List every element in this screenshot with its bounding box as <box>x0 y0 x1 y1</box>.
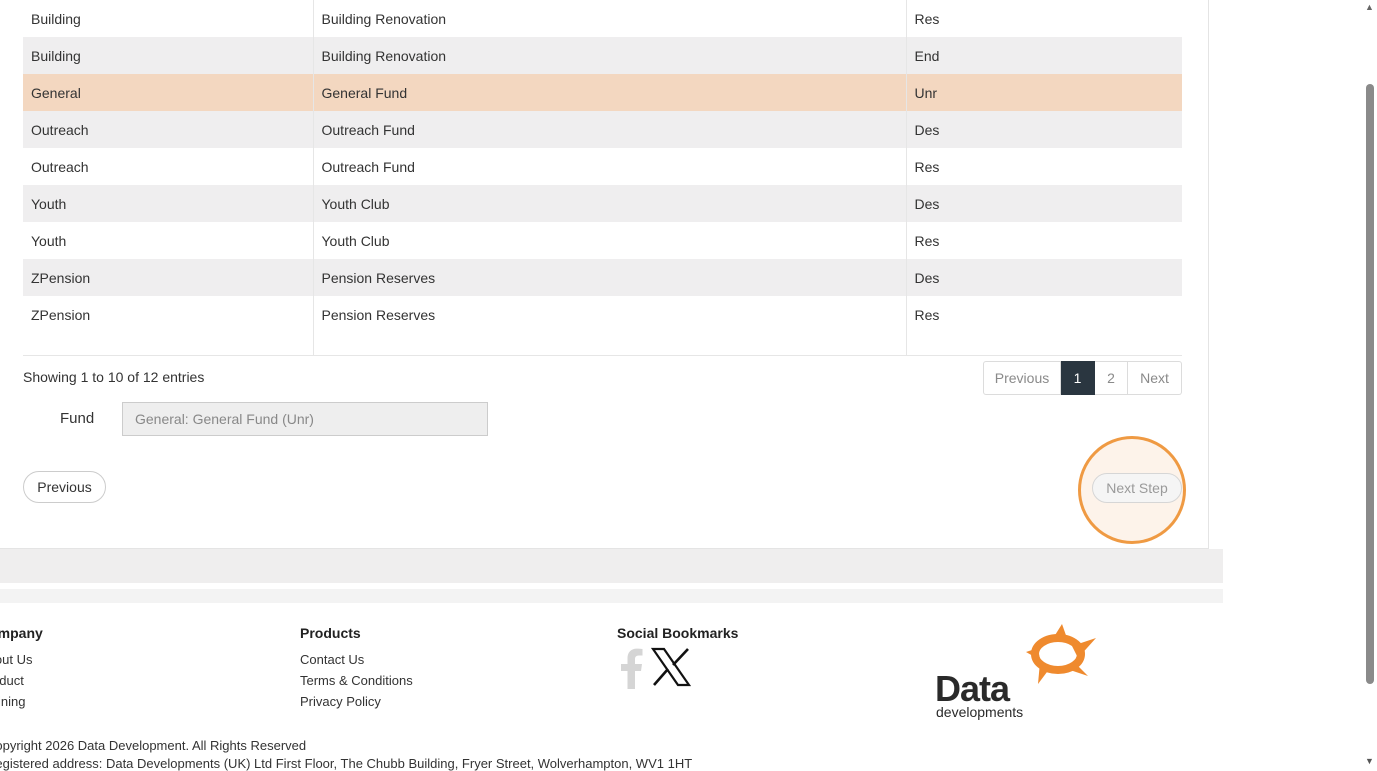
footer-link-terms[interactable]: Terms & Conditions <box>300 670 413 691</box>
previous-button[interactable]: Previous <box>23 471 106 503</box>
pagination-previous[interactable]: Previous <box>983 361 1061 395</box>
pagination-page-2[interactable]: 2 <box>1095 361 1128 395</box>
footer-topline <box>0 589 1223 603</box>
table-row[interactable]: Outreach Outreach Fund Res <box>23 148 1182 185</box>
footer-social-heading: Social Bookmarks <box>617 625 739 641</box>
cell-code: General <box>23 74 314 111</box>
cell-type: Res <box>906 148 1182 185</box>
table-row-selected[interactable]: General General Fund Unr <box>23 74 1182 111</box>
copyright-text: Copyright 2026 Data Development. All Rig… <box>0 738 307 753</box>
table-row[interactable]: ZPension Pension Reserves Res <box>23 296 1182 333</box>
cell-code: Building <box>23 0 314 37</box>
footer-company: Company About Us Product Training <box>0 625 43 712</box>
table-row[interactable]: Youth Youth Club Des <box>23 185 1182 222</box>
cell-type: Des <box>906 111 1182 148</box>
cell-type: Unr <box>906 74 1182 111</box>
pagination: Previous 1 2 Next <box>983 361 1182 395</box>
page-band <box>0 549 1223 583</box>
cell-type: End <box>906 37 1182 74</box>
table-spacer-row <box>23 333 1182 356</box>
footer-products-heading: Products <box>300 625 361 641</box>
cell-code: Outreach <box>23 111 314 148</box>
scroll-up-arrow-icon[interactable]: ▲ <box>1365 2 1374 12</box>
cell-name: Youth Club <box>313 222 907 259</box>
cell-code: Youth <box>23 185 314 222</box>
cell-code: ZPension <box>23 296 314 333</box>
main-card: Building Building Renovation Res Buildin… <box>0 0 1209 549</box>
footer-link-privacy[interactable]: Privacy Policy <box>300 691 413 712</box>
next-step-button[interactable]: Next Step <box>1092 473 1182 503</box>
logo-subword: developments <box>936 704 1024 720</box>
funds-table: Building Building Renovation Res Buildin… <box>23 0 1182 356</box>
footer-products: Products Contact Us Terms & Conditions P… <box>300 625 413 712</box>
footer-link-training[interactable]: Training <box>0 691 43 712</box>
cell-name: Outreach Fund <box>313 148 907 185</box>
spacer-cell <box>23 333 314 356</box>
footer-social: Social Bookmarks <box>617 625 738 649</box>
cell-name: General Fund <box>313 74 907 111</box>
cell-name: Pension Reserves <box>313 296 907 333</box>
footer-link-product[interactable]: Product <box>0 670 43 691</box>
cell-name: Pension Reserves <box>313 259 907 296</box>
spacer-cell <box>906 333 1182 356</box>
table-row[interactable]: Outreach Outreach Fund Des <box>23 111 1182 148</box>
cell-type: Res <box>906 296 1182 333</box>
pagination-next[interactable]: Next <box>1128 361 1182 395</box>
x-icon[interactable] <box>651 647 691 687</box>
cell-code: Youth <box>23 222 314 259</box>
footer-link-contact[interactable]: Contact Us <box>300 649 413 670</box>
table-row[interactable]: ZPension Pension Reserves Des <box>23 259 1182 296</box>
table-row[interactable]: Building Building Renovation End <box>23 37 1182 74</box>
cell-name: Youth Club <box>313 185 907 222</box>
cell-type: Res <box>906 222 1182 259</box>
cell-name: Building Renovation <box>313 37 907 74</box>
fund-field[interactable] <box>122 402 488 436</box>
cell-type: Des <box>906 185 1182 222</box>
cell-code: Building <box>23 37 314 74</box>
cell-name: Outreach Fund <box>313 111 907 148</box>
fund-label: Fund <box>60 410 95 427</box>
table-row[interactable]: Building Building Renovation Res <box>23 0 1182 37</box>
cell-code: Outreach <box>23 148 314 185</box>
footer-link-about[interactable]: About Us <box>0 649 43 670</box>
cell-type: Des <box>906 259 1182 296</box>
scroll-down-arrow-icon[interactable]: ▼ <box>1365 756 1374 766</box>
table-info: Showing 1 to 10 of 12 entries <box>23 369 205 385</box>
cell-code: ZPension <box>23 259 314 296</box>
registered-address: Registered address: Data Developments (U… <box>0 756 693 771</box>
table-row[interactable]: Youth Youth Club Res <box>23 222 1182 259</box>
pagination-page-1[interactable]: 1 <box>1061 361 1095 395</box>
facebook-icon[interactable] <box>619 647 643 689</box>
spacer-cell <box>313 333 907 356</box>
footer-company-heading: Company <box>0 625 43 641</box>
cell-type: Res <box>906 0 1182 37</box>
scrollbar-thumb[interactable] <box>1366 84 1374 684</box>
cell-name: Building Renovation <box>313 0 907 37</box>
